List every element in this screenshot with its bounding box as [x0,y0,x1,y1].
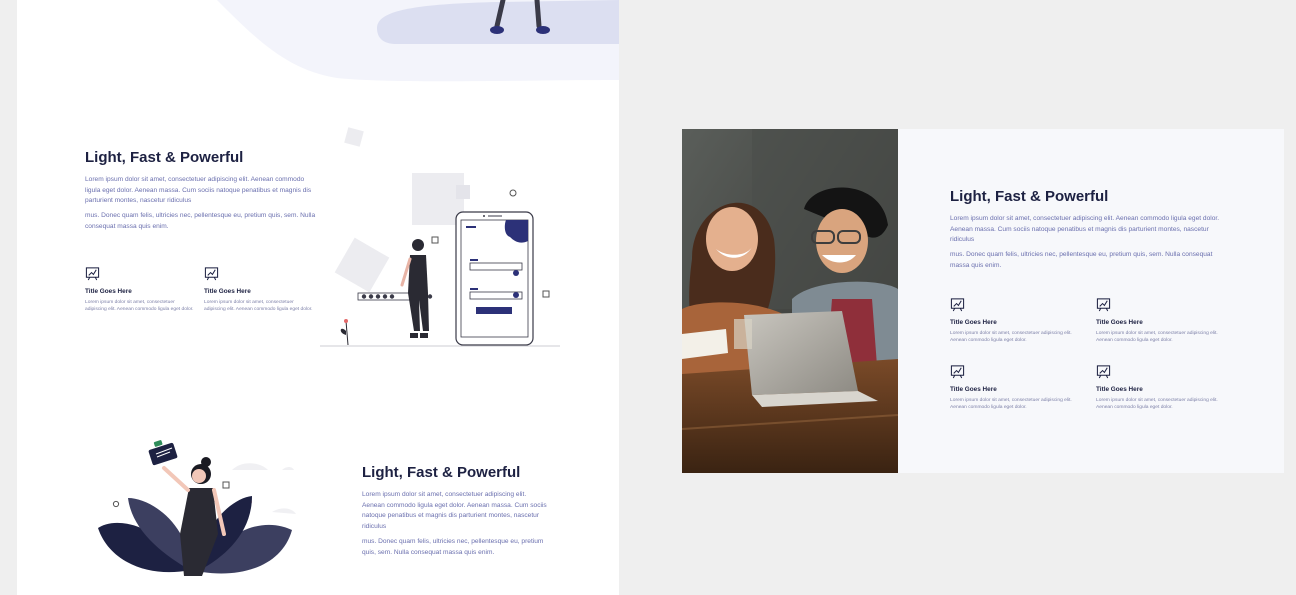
presentation-chart-icon [1096,365,1111,379]
feature-content-card: Light, Fast & Powerful Lorem ipsum dolor… [898,129,1284,473]
hero-blob-illustration [217,0,619,82]
section-1-paragraph-2: mus. Donec quam felis, ultricies nec, pe… [85,212,316,230]
section-1-paragraph-1: Lorem ipsum dolor sit amet, consectetuer… [85,176,312,205]
feature-text: Lorem ipsum dolor sit amet, consectetuer… [950,331,1072,344]
section-2-paragraph-2: mus. Donec quam felis, ultricies nec, pe… [362,538,544,556]
section-2-paragraph-1: Lorem ipsum dolor sit amet, consectetuer… [362,491,547,530]
feature-title: Title Goes Here [950,386,997,393]
card-paragraph-2: mus. Donec quam felis, ultricies nec, pe… [950,251,1213,269]
section-1-feature-2: Title Goes Here Lorem ipsum dolor sit am… [204,266,316,313]
feature-text: Lorem ipsum dolor sit amet, consectetuer… [950,398,1072,411]
section-1-feature-1: Title Goes Here Lorem ipsum dolor sit am… [85,266,197,313]
card-feature-1: Title Goes Here Lorem ipsum dolor sit am… [950,297,1082,344]
card-feature-2: Title Goes Here Lorem ipsum dolor sit am… [1096,297,1228,344]
woman-leaves-illustration [98,440,296,576]
card-feature-4: Title Goes Here Lorem ipsum dolor sit am… [1096,364,1228,411]
feature-text: Lorem ipsum dolor sit amet, consectetuer… [1096,398,1218,411]
presentation-chart-icon [950,298,965,312]
friends-laptop-photo [682,129,898,473]
presentation-chart-icon [204,267,219,281]
presentation-chart-icon [85,267,100,281]
left-template-panel: Light, Fast & Powerful Lorem ipsum dolor… [17,0,619,595]
section-1-title: Light, Fast & Powerful [85,149,244,166]
card-title: Light, Fast & Powerful [950,188,1109,205]
presentation-chart-icon [1096,298,1111,312]
card-paragraph-1: Lorem ipsum dolor sit amet, consectetuer… [950,215,1220,244]
feature-title: Title Goes Here [950,319,997,326]
feature-text: Lorem ipsum dolor sit amet, consectetuer… [85,300,194,313]
presentation-chart-icon [950,365,965,379]
section-2-title: Light, Fast & Powerful [362,464,521,481]
feature-title: Title Goes Here [204,288,251,295]
feature-text: Lorem ipsum dolor sit amet, consectetuer… [204,300,313,313]
feature-title: Title Goes Here [85,288,132,295]
feature-title: Title Goes Here [1096,386,1143,393]
card-feature-3: Title Goes Here Lorem ipsum dolor sit am… [950,364,1082,411]
feature-title: Title Goes Here [1096,319,1143,326]
phone-login-illustration [320,127,560,347]
feature-text: Lorem ipsum dolor sit amet, consectetuer… [1096,331,1218,344]
